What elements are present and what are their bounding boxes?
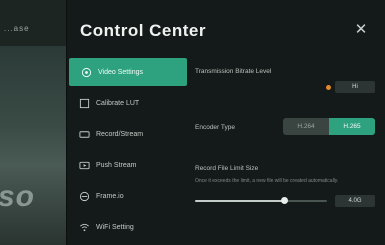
encoder-type-label: Encoder Type	[195, 124, 235, 131]
sidebar-item-label: WiFi Setting	[96, 223, 134, 231]
record-file-limit-description: Once it exceeds the limit, a new file wi…	[195, 178, 339, 184]
sidebar-item-calibrate-lut[interactable]: Calibrate LUT	[67, 89, 187, 117]
wifi-icon	[79, 222, 90, 233]
background-overlay-text: so	[0, 180, 36, 213]
close-button[interactable]: ✕	[353, 22, 369, 38]
page-title: Control Center	[80, 21, 206, 40]
sidebar-item-label: Record/Stream	[96, 130, 144, 138]
sidebar-item-label: Calibrate LUT	[96, 99, 140, 107]
encoder-option-h264[interactable]: H.264	[283, 118, 329, 135]
control-center-panel: Control Center ✕ Video Settings Calibrat…	[66, 0, 385, 245]
sidebar-item-frame-io[interactable]: Frame.io	[67, 182, 187, 210]
sidebar-item-label: Video Settings	[98, 68, 144, 76]
background-header: ...ase	[0, 0, 70, 46]
close-icon: ✕	[354, 21, 368, 38]
sidebar-menu: Video Settings Calibrate LUT Record/Stre…	[67, 58, 187, 244]
transmission-indicator-dot	[326, 85, 331, 90]
sidebar-item-label: Frame.io	[96, 192, 124, 200]
transmission-bitrate-select[interactable]: Hi	[335, 81, 375, 93]
encoder-option-h265[interactable]: H.265	[329, 118, 375, 135]
record-icon	[79, 129, 90, 140]
background-header-label: ...ase	[4, 24, 30, 33]
transmission-bitrate-label: Transmission Bitrate Level	[195, 68, 272, 75]
record-file-limit-value: 4.0G	[335, 195, 375, 207]
background-app: ...ase so	[0, 0, 70, 245]
record-file-limit-slider[interactable]	[195, 197, 327, 204]
sidebar-item-record-stream[interactable]: Record/Stream	[67, 120, 187, 148]
sidebar-item-wifi-setting[interactable]: WiFi Setting	[67, 213, 187, 241]
camera-icon	[81, 67, 92, 78]
background-preview-image	[0, 46, 70, 245]
push-icon	[79, 160, 90, 171]
encoder-type-toggle: H.264 H.265	[283, 118, 375, 135]
sidebar-item-push-stream[interactable]: Push Stream	[67, 151, 187, 179]
lut-icon	[79, 98, 90, 109]
slider-thumb[interactable]	[281, 197, 289, 204]
slider-fill	[195, 200, 285, 202]
sidebar-item-label: Push Stream	[96, 161, 137, 169]
record-file-limit-label: Record File Limit Size	[195, 165, 259, 172]
sidebar-item-video-settings[interactable]: Video Settings	[69, 58, 187, 86]
frameio-icon	[79, 191, 90, 202]
